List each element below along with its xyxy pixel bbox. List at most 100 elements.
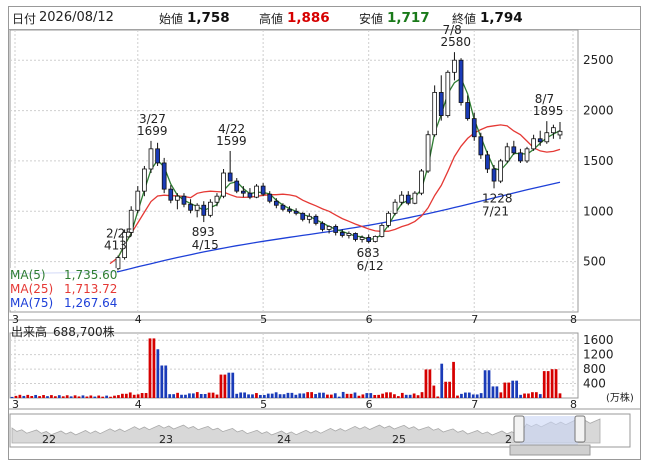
volume-bar (124, 393, 128, 398)
volume-bar (117, 395, 120, 398)
annotation-date: 6/12 (357, 259, 384, 273)
candle-body (300, 212, 306, 220)
volume-bar (168, 394, 172, 398)
volume-bar (523, 393, 526, 398)
overview-x-tick-label: 22 (42, 433, 56, 446)
price-y-tick-label: 1500 (583, 154, 614, 168)
volume-bar (215, 394, 219, 398)
overview-scrollbar[interactable] (509, 444, 591, 456)
volume-bar (428, 369, 432, 398)
candle-body (452, 59, 457, 73)
candle-body (458, 59, 464, 103)
volume-bar (538, 394, 542, 398)
ma25-legend: MA(25) 1,713.72 (10, 282, 118, 296)
candle-body (419, 170, 424, 194)
annotation-value: 1599 (216, 134, 247, 148)
candle-body (208, 201, 213, 216)
volume-bar (487, 370, 491, 398)
volume-bar (152, 338, 156, 398)
overview-selection[interactable] (520, 416, 578, 445)
annotation-value: 1228 (482, 191, 513, 205)
volume-bar (211, 392, 215, 398)
annotation-value: 683 (357, 246, 380, 260)
ma75-legend: MA(75) 1,267.64 (10, 296, 118, 310)
candle-body (155, 148, 160, 164)
volume-bar (69, 396, 73, 398)
candle-body (320, 222, 325, 230)
annotation-date: 4/15 (192, 238, 219, 252)
volume-bar (531, 392, 534, 398)
volume-bar (361, 394, 365, 398)
volume-y-tick-label: 800 (583, 362, 606, 376)
volume-x-tick-label: 3 (12, 398, 19, 411)
candle-body (524, 148, 530, 162)
annotation-value: 893 (192, 225, 215, 239)
volume-bar (113, 395, 116, 398)
volume-bar (105, 395, 108, 398)
volume-bar (416, 395, 420, 398)
volume-bar (511, 380, 515, 398)
candle-body (188, 203, 193, 211)
volume-bar (89, 395, 93, 398)
overview-left-handle[interactable] (513, 415, 525, 443)
volume-bar (274, 392, 278, 398)
volume-bar (408, 394, 412, 398)
volume-bar (46, 396, 49, 398)
volume-bar (231, 372, 235, 398)
volume-bar (207, 392, 211, 398)
volume-bar (26, 394, 30, 398)
candle-body (234, 180, 240, 192)
volume-bar (389, 392, 392, 398)
volume-bar (176, 392, 179, 398)
candle-body (346, 233, 352, 236)
volume-bar (396, 396, 400, 398)
volume-bar (128, 392, 132, 398)
price-y-tick-label: 1000 (583, 204, 614, 218)
ma25-label: MA(25) (10, 282, 54, 296)
volume-bar (57, 395, 61, 398)
volume-bar (393, 394, 396, 398)
volume-bar (140, 393, 144, 398)
candle-body (471, 118, 477, 138)
overview-right-handle[interactable] (574, 415, 586, 443)
candle-body (518, 152, 523, 162)
candle-body (372, 236, 378, 242)
volume-bar (160, 365, 164, 398)
volume-unit-label: (万株) (606, 391, 634, 404)
volume-y-tick-label: 400 (583, 377, 606, 391)
candle-body (504, 146, 510, 162)
candle-body (240, 190, 246, 194)
candle-body (425, 134, 431, 172)
volume-bar (65, 395, 69, 398)
candle-body (399, 194, 405, 203)
candle-body (551, 127, 556, 134)
volume-bar (262, 394, 266, 398)
candle-body (247, 192, 253, 198)
price-x-tick-label: 6 (366, 313, 373, 326)
volume-bar (436, 396, 440, 398)
volume-bar (310, 392, 313, 398)
volume-bar (377, 394, 381, 398)
volume-bar (554, 369, 558, 398)
volume-bar (85, 396, 89, 398)
volume-bar (302, 393, 306, 398)
price-x-tick-label: 8 (570, 313, 577, 326)
volume-bar (318, 392, 321, 398)
candle-body (313, 215, 319, 224)
candle-body (557, 130, 563, 136)
volume-bar (534, 392, 538, 398)
ma25-value: 1,713.72 (64, 282, 118, 296)
volume-bar (227, 372, 231, 398)
stock-chart: 25002000150010005003344556677882/254133/… (9, 23, 640, 456)
volume-bar (188, 393, 191, 398)
candle-body (175, 195, 180, 201)
volume-bar (381, 393, 384, 398)
candle-body (498, 160, 503, 182)
volume-y-tick-label: 1600 (583, 333, 614, 347)
volume-bar (329, 394, 333, 398)
candle-body (412, 192, 418, 204)
candle-body (306, 215, 312, 220)
price-y-tick-label: 2000 (583, 104, 614, 118)
volume-x-tick-label: 8 (570, 398, 577, 411)
volume-bar (471, 394, 475, 398)
